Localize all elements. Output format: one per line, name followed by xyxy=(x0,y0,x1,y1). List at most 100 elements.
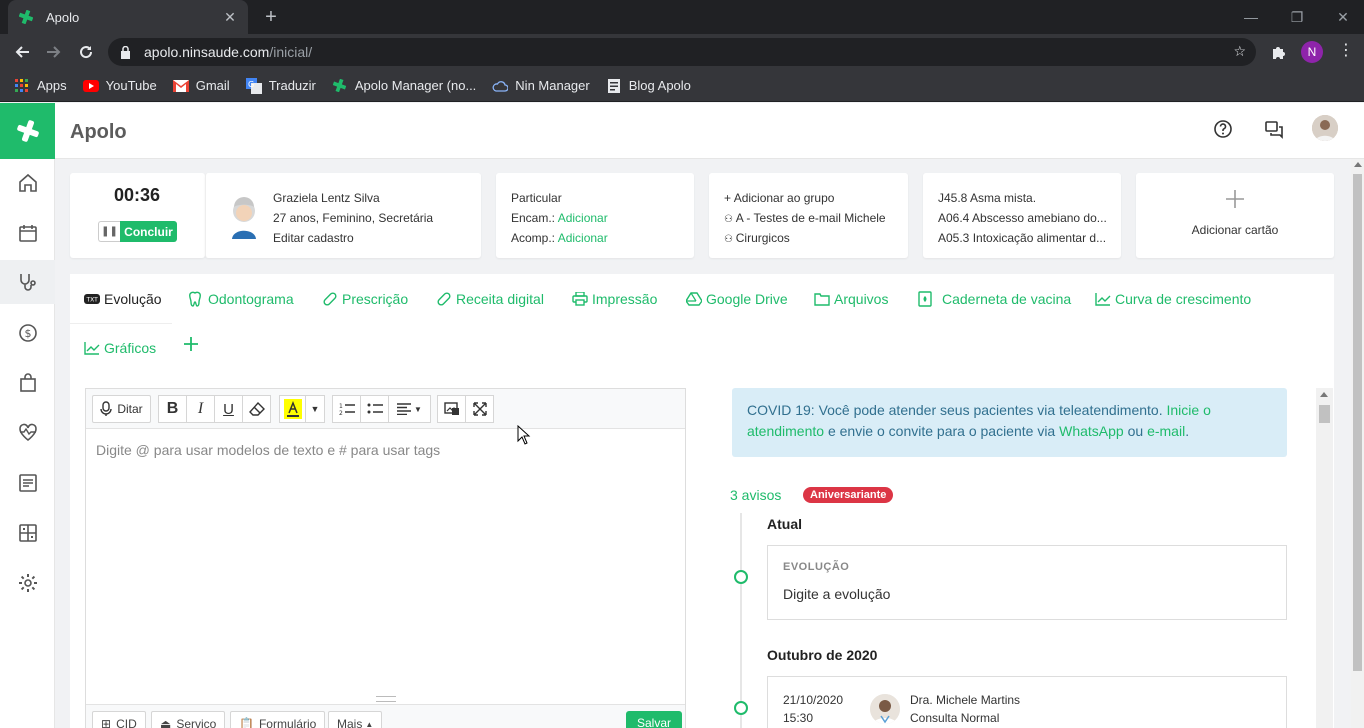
conclude-button[interactable]: Concluir xyxy=(120,221,177,242)
bookmark-traduzir[interactable]: G Traduzir xyxy=(245,77,316,94)
cid-label: CID xyxy=(116,717,137,728)
mouse-cursor-icon xyxy=(517,425,531,445)
close-tab-icon[interactable]: ✕ xyxy=(222,9,238,25)
tab-evolucao[interactable]: TXT Evolução xyxy=(84,291,162,307)
scrollbar-thumb[interactable] xyxy=(1353,174,1362,671)
editor-toolbar: Ditar B I U ▼ 12 ▼ xyxy=(86,389,685,429)
chat-icon[interactable] xyxy=(1263,118,1285,140)
editor-placeholder[interactable]: Digite @ para usar modelos de texto e # … xyxy=(96,442,440,458)
editor-resize-handle[interactable] xyxy=(376,696,396,702)
close-window-button[interactable]: ✕ xyxy=(1332,6,1354,28)
more-button[interactable]: Mais ▲ xyxy=(328,711,383,728)
sidebar: $ xyxy=(0,159,55,728)
back-button[interactable] xyxy=(11,41,33,63)
email-link[interactable]: e-mail xyxy=(1147,423,1185,439)
scrollbar-thumb[interactable] xyxy=(1319,405,1330,423)
add-to-group-link[interactable]: + Adicionar ao grupo xyxy=(724,191,834,205)
tab-receita-digital[interactable]: Receita digital xyxy=(436,291,544,307)
service-button[interactable]: ⏏ Serviço xyxy=(151,711,226,728)
help-icon[interactable] xyxy=(1212,118,1234,140)
sidebar-item-home[interactable] xyxy=(0,161,55,205)
form-button[interactable]: 📋 Formulário xyxy=(230,711,326,728)
bookmark-label: Apolo Manager (no... xyxy=(354,78,477,93)
cid-button[interactable]: ⊞ CID xyxy=(92,711,146,728)
insert-image-button[interactable] xyxy=(437,395,466,423)
clear-format-button[interactable] xyxy=(242,395,271,423)
align-dropdown[interactable]: ▼ xyxy=(388,395,431,423)
evolution-card[interactable]: EVOLUÇÃO Digite a evolução xyxy=(767,545,1287,620)
tab-odontograma[interactable]: Odontograma xyxy=(188,291,294,307)
profile-avatar[interactable]: N xyxy=(1301,41,1323,63)
tab-arquivos[interactable]: Arquivos xyxy=(814,291,888,307)
printer-icon xyxy=(572,291,590,307)
timeline-scrollbar[interactable] xyxy=(1316,388,1333,728)
forward-button[interactable] xyxy=(43,41,65,63)
scroll-up-arrow-icon[interactable] xyxy=(1320,392,1328,397)
sidebar-item-financial[interactable]: $ xyxy=(0,311,55,355)
save-button[interactable]: Salvar xyxy=(626,711,682,728)
bullet-list-button[interactable] xyxy=(360,395,389,423)
bookmark-apps[interactable]: Apps xyxy=(14,78,67,94)
sidebar-item-health[interactable] xyxy=(0,410,55,454)
page-scrollbar[interactable] xyxy=(1351,159,1364,728)
pause-button[interactable]: ❚❚ xyxy=(98,221,120,242)
bookmark-gmail[interactable]: Gmail xyxy=(172,78,230,94)
line-chart-icon xyxy=(84,340,102,356)
brand-logo[interactable] xyxy=(0,103,55,159)
ordered-list-button[interactable]: 12 xyxy=(332,395,361,423)
bag-icon xyxy=(19,373,36,392)
bold-button[interactable]: B xyxy=(158,395,187,423)
edit-patient-link[interactable]: Editar cadastro xyxy=(273,231,354,245)
diagnosis-item: A06.4 Abscesso amebiano do... xyxy=(938,211,1107,225)
svg-text:G: G xyxy=(248,80,254,89)
alerts-link[interactable]: 3 avisos xyxy=(730,487,781,503)
user-avatar[interactable] xyxy=(1312,115,1338,141)
scroll-up-arrow-icon[interactable] xyxy=(1354,162,1362,167)
tab-prescricao[interactable]: Prescrição xyxy=(322,291,408,307)
bookmark-youtube[interactable]: YouTube xyxy=(82,78,157,94)
google-drive-icon xyxy=(686,291,704,307)
whatsapp-link[interactable]: WhatsApp xyxy=(1059,423,1124,439)
sidebar-item-settings[interactable] xyxy=(0,561,55,605)
dictate-button[interactable]: Ditar xyxy=(92,395,151,423)
tab-curva-crescimento[interactable]: Curva de crescimento xyxy=(1095,291,1251,307)
main-area: 00:36 ❚❚ Concluir Graziela Lentz Silva 2… xyxy=(55,159,1351,728)
bookmark-nin-manager[interactable]: Nin Manager xyxy=(492,78,590,94)
cid-icon: ⊞ xyxy=(101,717,112,728)
minimize-window-button[interactable]: — xyxy=(1240,6,1262,28)
sidebar-item-calendar[interactable] xyxy=(0,211,55,255)
browser-menu-icon[interactable]: ⋮ xyxy=(1338,42,1354,60)
bookmark-blog-apolo[interactable]: Blog Apolo xyxy=(606,78,691,94)
add-companion-link[interactable]: Adicionar xyxy=(558,231,608,245)
underline-button[interactable]: U xyxy=(214,395,243,423)
companion-row: Acomp.: Adicionar xyxy=(511,231,608,245)
tab-impressao[interactable]: Impressão xyxy=(572,291,657,307)
more-label: Mais xyxy=(337,717,363,728)
timeline-entry-card[interactable]: 21/10/2020 15:30 Dra. Michele Martins Co… xyxy=(767,676,1287,728)
svg-text:$: $ xyxy=(24,327,31,340)
new-tab-button[interactable]: + xyxy=(260,6,282,28)
fullscreen-button[interactable] xyxy=(465,395,494,423)
restore-window-button[interactable]: ❐ xyxy=(1286,6,1308,28)
sidebar-item-reports[interactable] xyxy=(0,461,55,505)
bookmark-apolo-manager[interactable]: Apolo Manager (no... xyxy=(332,78,476,94)
entry-type: Consulta Normal xyxy=(910,711,1000,725)
text-color-dropdown[interactable]: ▼ xyxy=(305,395,325,423)
bookmark-star-icon[interactable]: ☆ xyxy=(1233,43,1246,60)
referral-label: Encam.: xyxy=(511,211,556,225)
tab-google-drive[interactable]: Google Drive xyxy=(686,291,788,307)
reload-button[interactable] xyxy=(75,41,97,63)
add-referral-link[interactable]: Adicionar xyxy=(558,211,608,225)
add-tab-button[interactable] xyxy=(183,336,199,352)
add-card-button[interactable]: Adicionar cartão xyxy=(1136,173,1334,258)
address-bar[interactable]: apolo.ninsaude.com/inicial/ ☆ xyxy=(108,38,1256,66)
tab-graficos[interactable]: Gráficos xyxy=(84,340,156,356)
text-color-button[interactable] xyxy=(279,395,306,423)
sidebar-item-stock[interactable] xyxy=(0,361,55,405)
extensions-puzzle-icon[interactable] xyxy=(1269,42,1289,62)
sidebar-item-dashboard[interactable] xyxy=(0,511,55,555)
sidebar-item-care[interactable] xyxy=(0,260,55,304)
browser-tab[interactable]: Apolo ✕ xyxy=(8,0,248,34)
italic-button[interactable]: I xyxy=(186,395,215,423)
tab-caderneta-vacina[interactable]: Caderneta de vacina xyxy=(918,291,1071,307)
